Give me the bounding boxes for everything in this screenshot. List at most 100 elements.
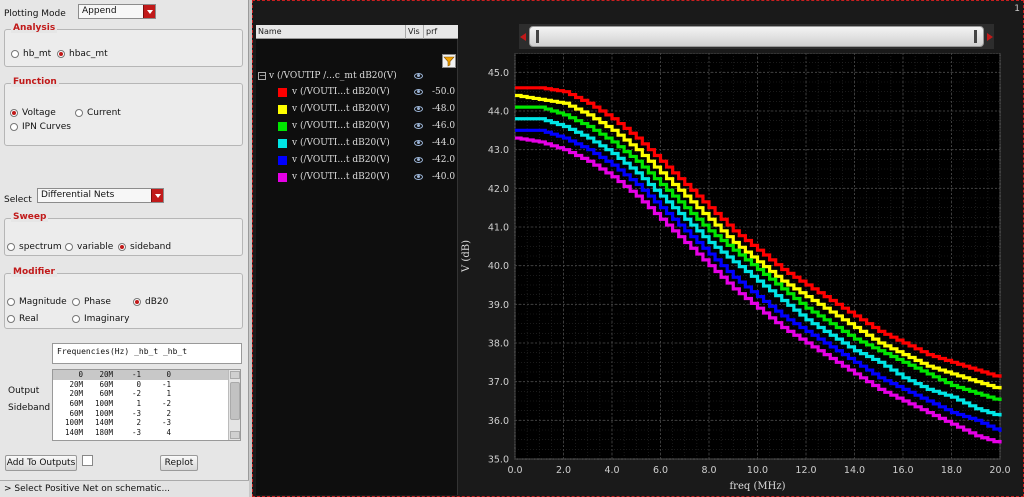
radio-label: hbac_mt xyxy=(69,49,108,59)
radio-real[interactable]: Real xyxy=(7,314,38,324)
column-name[interactable]: Name xyxy=(256,25,406,39)
trace-row[interactable]: v (/VOUTI...t dB20(V) -46.0 xyxy=(256,118,458,134)
output-label: Output xyxy=(8,386,40,396)
radio-label: IPN Curves xyxy=(22,122,71,132)
sideband-cell: 0 xyxy=(166,370,171,379)
right-grip-icon[interactable] xyxy=(974,30,977,43)
chevron-down-icon[interactable] xyxy=(143,5,155,18)
select-value: Differential Nets xyxy=(41,190,115,200)
sideband-cell: 140M xyxy=(94,418,113,428)
sideband-list[interactable]: 0 20M -1 0 20M 60M 0 -1 20M 60M -2 1 60M 100M 1 -2 60M 10… xyxy=(52,369,241,441)
y-tick-label: 43.0 xyxy=(488,145,509,156)
x-tick-label: 20.0 xyxy=(989,465,1010,476)
sideband-cell: 0 xyxy=(78,370,83,379)
trace-color-swatch[interactable] xyxy=(278,156,287,165)
trace-prf-value: -42.0 xyxy=(432,155,456,165)
radio-hbac-mt[interactable]: hbac_mt xyxy=(57,49,108,59)
trace-row[interactable]: v (/VOUTI...t dB20(V) -40.0 xyxy=(256,169,458,185)
radio-indicator xyxy=(7,315,15,323)
sideband-cell: 20M xyxy=(99,370,113,379)
eye-icon[interactable] xyxy=(414,106,423,112)
replot-button[interactable]: Replot xyxy=(160,455,198,471)
select-combo[interactable]: Differential Nets xyxy=(37,188,164,203)
sideband-row[interactable]: 60M 100M 1 -2 xyxy=(53,399,240,409)
radio-imaginary[interactable]: Imaginary xyxy=(72,314,129,324)
select-label: Select xyxy=(4,195,32,205)
radio-current[interactable]: Current xyxy=(75,108,121,118)
trace-row[interactable]: v (/VOUTI...t dB20(V) -42.0 xyxy=(256,152,458,168)
eye-icon[interactable] xyxy=(414,123,423,129)
radio-hb-mt[interactable]: hb_mt xyxy=(11,49,51,59)
column-vis[interactable]: Vis xyxy=(406,25,424,39)
x-tick-label: 6.0 xyxy=(653,465,668,476)
trace-color-swatch[interactable] xyxy=(278,122,287,131)
plotting-mode-value: Append xyxy=(82,6,117,16)
sideband-cell: 140M xyxy=(64,428,83,438)
left-grip-icon[interactable] xyxy=(536,30,539,43)
add-to-outputs-checkbox[interactable] xyxy=(82,455,93,466)
scroll-left-icon[interactable] xyxy=(520,33,526,41)
radio-voltage[interactable]: Voltage xyxy=(10,108,56,118)
trace-group-row[interactable]: − v (/VOUTIP /...c_mt dB20(V) xyxy=(258,68,423,84)
trace-color-swatch[interactable] xyxy=(278,139,287,148)
radio-indicator xyxy=(75,109,83,117)
trace-label: v (/VOUTI...t dB20(V) xyxy=(292,121,390,131)
radio-phase[interactable]: Phase xyxy=(72,297,111,307)
sideband-cell: -2 xyxy=(161,399,171,409)
sideband-row[interactable]: 20M 60M 0 -1 xyxy=(53,380,240,390)
x-tick-label: 12.0 xyxy=(795,465,816,476)
plotting-mode-combo[interactable]: Append xyxy=(78,4,156,19)
chevron-down-icon[interactable] xyxy=(151,189,163,202)
y-tick-label: 44.0 xyxy=(488,107,509,118)
analysis-title: Analysis xyxy=(11,23,58,33)
zoom-slider-thumb[interactable] xyxy=(529,26,984,47)
add-to-outputs-button[interactable]: Add To Outputs xyxy=(5,455,77,471)
radio-label: Voltage xyxy=(22,108,56,118)
radio-db20[interactable]: dB20 xyxy=(133,297,168,307)
radio-ipn-curves[interactable]: IPN Curves xyxy=(10,122,71,132)
eye-icon[interactable] xyxy=(414,73,423,79)
radio-spectrum[interactable]: spectrum xyxy=(7,242,62,252)
radio-magnitude[interactable]: Magnitude xyxy=(7,297,67,307)
trace-row[interactable]: v (/VOUTI...t dB20(V) -44.0 xyxy=(256,135,458,151)
scroll-down-button[interactable] xyxy=(230,431,240,439)
radio-indicator xyxy=(10,123,18,131)
sideband-cell: 1 xyxy=(136,399,141,409)
eye-icon[interactable] xyxy=(414,174,423,180)
eye-icon[interactable] xyxy=(414,157,423,163)
sideband-cell: 60M xyxy=(99,389,113,399)
trace-color-swatch[interactable] xyxy=(278,173,287,182)
radio-indicator xyxy=(65,243,73,251)
plot-area[interactable]: 0.0 2.0 4.0 6.0 8.0 10.0 12.0 14.0 16.0 18.0 20.0 3… xyxy=(455,53,1023,493)
scrollbar[interactable] xyxy=(228,370,240,440)
sideband-cell: 60M xyxy=(69,408,83,418)
radio-variable[interactable]: variable xyxy=(65,242,113,252)
trace-color-swatch[interactable] xyxy=(278,105,287,114)
column-prf[interactable]: prf xyxy=(424,25,458,39)
filter-icon[interactable] xyxy=(442,54,456,68)
x-tick-label: 10.0 xyxy=(747,465,768,476)
sideband-row[interactable]: 140M 180M -3 4 xyxy=(53,428,240,438)
sideband-row[interactable]: 20M 60M -2 1 xyxy=(53,389,240,399)
trace-row[interactable]: v (/VOUTI...t dB20(V) -50.0 xyxy=(256,84,458,100)
sideband-row[interactable]: 0 20M -1 0 xyxy=(53,370,240,380)
scroll-thumb[interactable] xyxy=(230,382,240,420)
eye-icon[interactable] xyxy=(414,140,423,146)
eye-icon[interactable] xyxy=(414,89,423,95)
sideband-cell: 20M xyxy=(69,379,83,389)
radio-sideband[interactable]: sideband xyxy=(118,242,171,252)
sideband-row[interactable]: 100M 140M 2 -3 xyxy=(53,418,240,428)
x-tick-label: 18.0 xyxy=(941,465,962,476)
sideband-row[interactable]: 60M 100M -3 2 xyxy=(53,409,240,419)
scroll-right-icon[interactable] xyxy=(987,33,993,41)
scroll-up-button[interactable] xyxy=(230,371,240,379)
trace-row[interactable]: v (/VOUTI...t dB20(V) -48.0 xyxy=(256,101,458,117)
collapse-icon[interactable]: − xyxy=(258,72,266,80)
trace-prf-value: -48.0 xyxy=(432,104,456,114)
radio-label: dB20 xyxy=(145,297,169,307)
radio-label: Real xyxy=(19,314,39,324)
x-zoom-scrollbar[interactable] xyxy=(519,24,994,49)
sweep-group: Sweep spectrum variable sideband xyxy=(4,212,243,256)
x-tick-label: 2.0 xyxy=(556,465,571,476)
trace-color-swatch[interactable] xyxy=(278,88,287,97)
